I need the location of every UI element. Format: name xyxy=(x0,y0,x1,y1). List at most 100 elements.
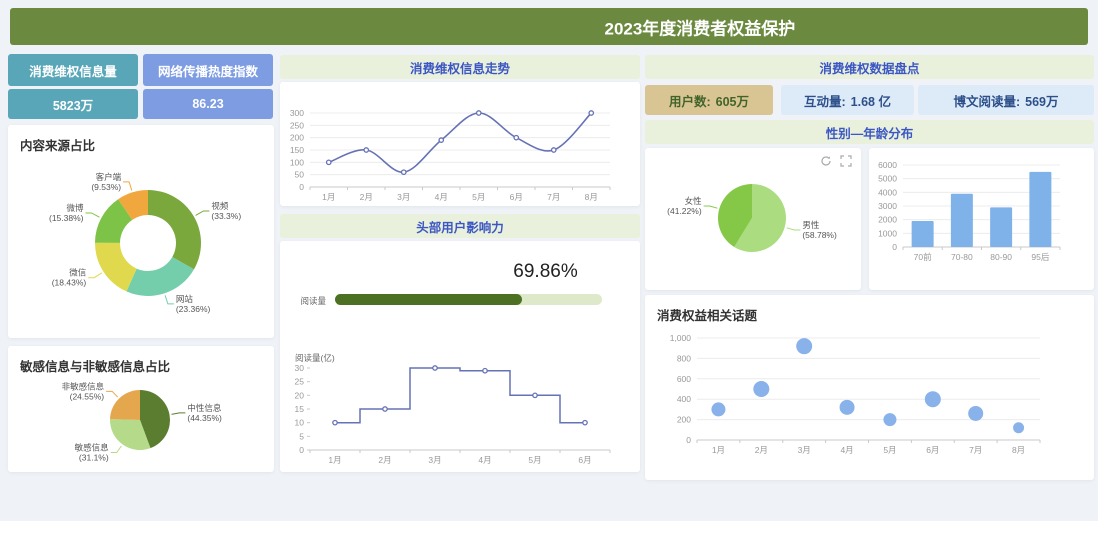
svg-text:6月: 6月 xyxy=(578,455,591,465)
influence-percent-value: 69.86% xyxy=(513,261,578,282)
trend-panel: 0 50 100 150 200 250 300 1月 2月 3月 4月 5月 6月 7月 8月 xyxy=(280,82,640,206)
page-title: 2023年度消费者权益保护 xyxy=(604,19,796,38)
influence-progress-fill xyxy=(335,294,522,305)
svg-text:(41.22%): (41.22%) xyxy=(667,206,702,216)
interactions-label: 互动量: xyxy=(804,94,846,109)
stat-card-info-volume-label: 消费维权信息量 xyxy=(8,54,138,86)
svg-text:视频: 视频 xyxy=(211,201,229,211)
svg-text:300: 300 xyxy=(290,108,304,118)
svg-text:8月: 8月 xyxy=(585,192,598,202)
svg-text:8月: 8月 xyxy=(1012,445,1025,455)
svg-text:10: 10 xyxy=(295,418,305,428)
svg-text:4月: 4月 xyxy=(478,455,491,465)
svg-text:(23.36%): (23.36%) xyxy=(176,304,211,314)
topics-panel: 消费权益相关话题 0 200 400 600 800 1,000 1月 2月 3月 4月 5月 6月 7… xyxy=(645,295,1094,480)
reading-step-chart: 阅读量(亿) 0 5 10 15 20 25 30 1月 2月 3月 4月 5月 6月 xyxy=(295,353,611,465)
interactions-value: 1.68 亿 xyxy=(850,94,891,109)
influence-panel: 69.86% 阅读量 阅读量(亿) 0 5 10 15 20 25 30 1月 2月 3月 4月 5月 6… xyxy=(280,241,640,472)
svg-text:0: 0 xyxy=(892,242,897,252)
stat-card-info-volume-value: 5823万 xyxy=(8,89,138,119)
svg-text:5: 5 xyxy=(299,431,304,441)
svg-text:50: 50 xyxy=(295,170,305,180)
svg-text:客户端: 客户端 xyxy=(96,172,122,182)
gender-pie-panel: 男性 (58.78%) 女性 (41.22%) xyxy=(645,148,861,290)
post-reads-chip: 博文阅读量: 569万 xyxy=(918,85,1094,115)
svg-text:(44.35%): (44.35%) xyxy=(187,413,222,423)
svg-text:中性信息: 中性信息 xyxy=(187,403,222,413)
svg-text:1月: 1月 xyxy=(712,445,725,455)
content-source-panel: 内容来源占比 视频 (33.3%) 网站 (23.36%) 微信 (18.43%) 微博 (1… xyxy=(8,125,274,338)
svg-text:7月: 7月 xyxy=(547,192,560,202)
svg-text:3月: 3月 xyxy=(428,455,441,465)
svg-text:(9.53%): (9.53%) xyxy=(91,182,121,192)
svg-text:100: 100 xyxy=(290,157,304,167)
svg-text:400: 400 xyxy=(677,394,691,404)
trend-section-title: 消费维权信息走势 xyxy=(409,61,510,76)
svg-text:(58.78%): (58.78%) xyxy=(802,230,837,240)
svg-text:敏感信息: 敏感信息 xyxy=(75,443,110,453)
svg-text:非敏感信息: 非敏感信息 xyxy=(62,381,105,391)
svg-text:1,000: 1,000 xyxy=(670,333,692,343)
svg-text:2月: 2月 xyxy=(378,455,391,465)
svg-text:2月: 2月 xyxy=(360,192,373,202)
gender-pie-chart: 男性(58.78%) 女性(41.22%) xyxy=(667,184,837,252)
overview-section-header: 消费维权数据盘点 xyxy=(645,55,1094,79)
svg-text:70前: 70前 xyxy=(914,252,932,262)
svg-text:3000: 3000 xyxy=(878,201,897,211)
content-source-donut-chart: 视频(33.3%) 网站(23.36%) 微信(18.43%) 微博(15.38%) 客… xyxy=(49,172,241,314)
trend-section-header: 消费维权信息走势 xyxy=(280,55,640,79)
svg-text:6月: 6月 xyxy=(926,445,939,455)
svg-text:微信: 微信 xyxy=(69,268,87,278)
svg-text:95后: 95后 xyxy=(1031,252,1049,262)
svg-text:1000: 1000 xyxy=(878,228,897,238)
stat-card-heat-index-label: 网络传播热度指数 xyxy=(143,54,273,86)
overview-section-title: 消费维权数据盘点 xyxy=(819,61,920,76)
topics-scatter-chart: 0 200 400 600 800 1,000 1月 2月 3月 4月 5月 6月 7月 8月 xyxy=(670,333,1041,455)
svg-text:80-90: 80-90 xyxy=(990,252,1012,262)
svg-text:2000: 2000 xyxy=(878,215,897,225)
post-reads-label: 博文阅读量: xyxy=(953,94,1021,109)
svg-text:(18.43%): (18.43%) xyxy=(52,278,87,288)
svg-text:1月: 1月 xyxy=(328,455,341,465)
page-header: 2023年度消费者权益保护 xyxy=(10,8,1088,45)
interactions-chip: 互动量: 1.68 亿 xyxy=(781,85,914,115)
users-count-chip: 用户数: 605万 xyxy=(645,85,773,115)
svg-text:7月: 7月 xyxy=(969,445,982,455)
svg-text:6000: 6000 xyxy=(878,160,897,170)
svg-text:0: 0 xyxy=(299,445,304,455)
users-count-value: 605万 xyxy=(715,94,750,109)
trend-line-chart: 0 50 100 150 200 250 300 1月 2月 3月 4月 5月 6月 7月 8月 xyxy=(290,108,611,202)
svg-text:4月: 4月 xyxy=(840,445,853,455)
svg-text:0: 0 xyxy=(686,435,691,445)
svg-text:男性: 男性 xyxy=(802,220,820,230)
svg-text:20: 20 xyxy=(295,390,305,400)
influence-bar-label: 阅读量 xyxy=(300,296,326,306)
svg-text:200: 200 xyxy=(677,415,691,425)
age-bar-panel: 0 1000 2000 3000 4000 5000 6000 70前 70-80 80-90 95… xyxy=(869,148,1094,290)
svg-text:800: 800 xyxy=(677,353,691,363)
svg-text:200: 200 xyxy=(290,133,304,143)
post-reads-value: 569万 xyxy=(1025,94,1059,109)
svg-text:阅读量(亿): 阅读量(亿) xyxy=(295,353,335,363)
svg-text:5000: 5000 xyxy=(878,174,897,184)
gender-age-section-title: 性别—年龄分布 xyxy=(825,126,914,141)
svg-text:女性: 女性 xyxy=(685,196,703,206)
svg-text:250: 250 xyxy=(290,120,304,130)
svg-text:1月: 1月 xyxy=(322,192,335,202)
svg-text:(31.1%): (31.1%) xyxy=(79,453,109,463)
sensitive-info-panel: 敏感信息与非敏感信息占比 中性信息 (44.35%) 敏感信息 (31.1%) 非敏感信… xyxy=(8,346,274,472)
svg-text:25: 25 xyxy=(295,377,305,387)
svg-text:150: 150 xyxy=(290,145,304,155)
svg-text:(15.38%): (15.38%) xyxy=(49,213,84,223)
svg-text:4月: 4月 xyxy=(435,192,448,202)
svg-text:(24.55%): (24.55%) xyxy=(70,391,105,401)
svg-text:3月: 3月 xyxy=(798,445,811,455)
svg-text:6月: 6月 xyxy=(510,192,523,202)
influence-section-header: 头部用户影响力 xyxy=(280,214,640,238)
users-count-label: 用户数: xyxy=(668,94,711,109)
svg-text:微博: 微博 xyxy=(66,203,84,213)
svg-text:5月: 5月 xyxy=(528,455,541,465)
svg-text:5月: 5月 xyxy=(883,445,896,455)
dashboard-page: 2023年度消费者权益保护 消费维权信息量 5823万 网络传播热度指数 86.… xyxy=(0,0,1098,546)
svg-text:30: 30 xyxy=(295,363,305,373)
